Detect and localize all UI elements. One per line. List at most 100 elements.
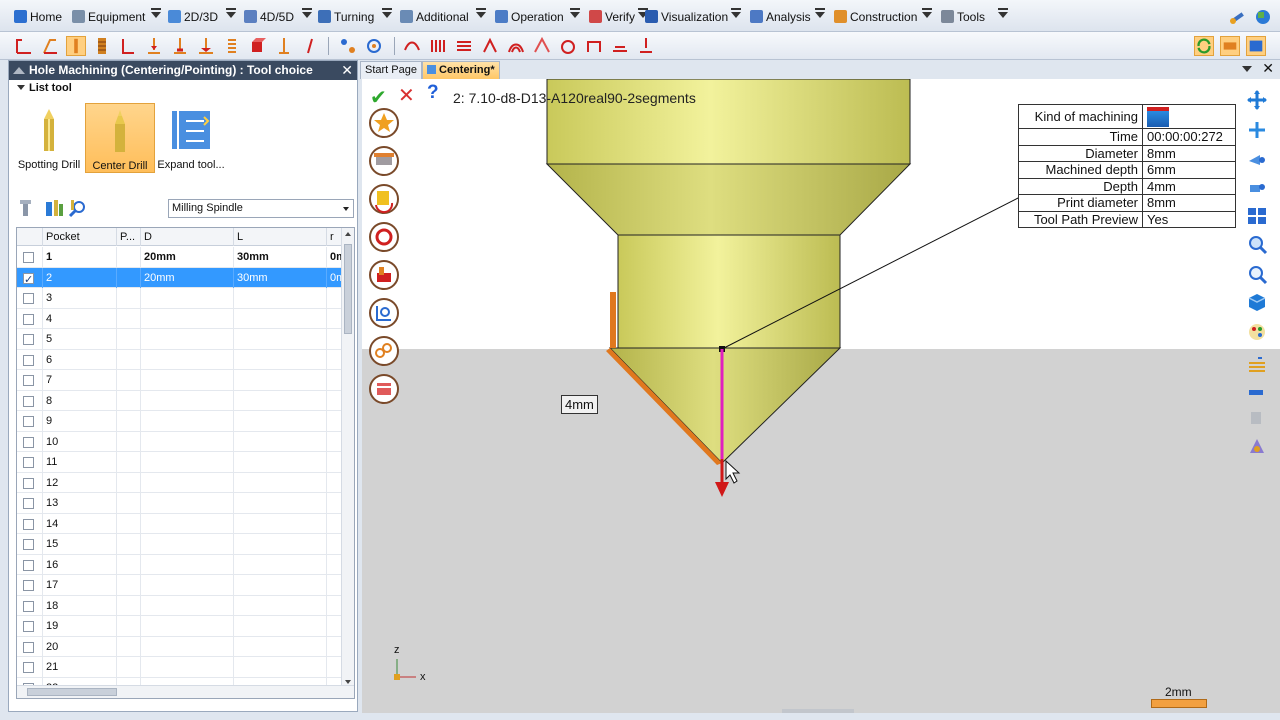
tab-list-dropdown-icon[interactable]: [1242, 66, 1252, 72]
column-header-d[interactable]: D: [141, 228, 234, 246]
row-checkbox[interactable]: [23, 559, 34, 571]
simulation-view-icon[interactable]: [1246, 435, 1268, 457]
row-checkbox[interactable]: [23, 354, 34, 366]
table-row[interactable]: 7: [17, 370, 342, 391]
flat-finish-icon[interactable]: [584, 36, 604, 56]
machine-icon[interactable]: [1246, 36, 1266, 56]
row-checkbox[interactable]: [23, 252, 34, 263]
row-checkbox[interactable]: [23, 498, 34, 509]
thread-tool-icon[interactable]: [222, 36, 242, 56]
tool-display-icon[interactable]: [1246, 381, 1268, 403]
tool-holder-icon[interactable]: [15, 197, 37, 219]
menu-4d5d-dropdown-icon[interactable]: [302, 8, 312, 18]
row-checkbox[interactable]: [23, 313, 34, 325]
row-checkbox[interactable]: [23, 457, 34, 468]
close-icon[interactable]: ✕: [1262, 60, 1274, 77]
table-row[interactable]: 9: [17, 411, 342, 432]
menu-turning-dropdown-icon[interactable]: [382, 8, 392, 18]
zlevel-tool-icon[interactable]: [428, 36, 448, 56]
table-row[interactable]: 4: [17, 308, 342, 329]
column-header-p[interactable]: P...: [117, 228, 141, 246]
spindle-dropdown[interactable]: Milling Spindle: [168, 199, 354, 218]
tool-library-icon[interactable]: [43, 197, 65, 219]
menu-operation[interactable]: Operation: [495, 8, 564, 26]
menu-tools[interactable]: Tools: [941, 8, 985, 26]
column-header-r[interactable]: r: [327, 228, 342, 246]
circular-pattern-icon[interactable]: [364, 36, 384, 56]
tab-start-page[interactable]: Start Page: [360, 61, 422, 79]
menu-visualization-dropdown-icon[interactable]: [731, 8, 741, 18]
row-checkbox[interactable]: [23, 580, 34, 591]
menu-equipment-dropdown-icon[interactable]: [151, 8, 161, 18]
spiral-finish-icon[interactable]: [610, 36, 630, 56]
zoom-window-icon[interactable]: [1246, 233, 1268, 255]
menu-analysis-dropdown-icon[interactable]: [815, 8, 825, 18]
helix-tool-icon[interactable]: [274, 36, 294, 56]
shading-cube-icon[interactable]: [1246, 291, 1268, 313]
viewport-splitter[interactable]: [782, 709, 854, 713]
row-checkbox[interactable]: [23, 477, 34, 489]
tool-center-drill[interactable]: Center Drill: [85, 103, 155, 173]
table-row[interactable]: 1 20mm30mm0mm: [17, 247, 342, 268]
drill-tool-active-icon[interactable]: [66, 36, 86, 56]
scroll-thumb[interactable]: [344, 244, 352, 334]
table-row[interactable]: 6: [17, 349, 342, 370]
menu-home[interactable]: Home: [14, 8, 62, 26]
parallel-finish-icon[interactable]: [454, 36, 474, 56]
row-checkbox[interactable]: [23, 539, 34, 550]
table-row[interactable]: 14: [17, 513, 342, 534]
row-checkbox[interactable]: [23, 600, 34, 612]
tapping-tool-icon[interactable]: [92, 36, 112, 56]
approach-icon[interactable]: [368, 221, 400, 253]
scroll-thumb-horizontal[interactable]: [27, 688, 117, 696]
project-finish-icon[interactable]: [636, 36, 656, 56]
refresh-icon[interactable]: [1194, 36, 1214, 56]
pan-arrows-icon[interactable]: [1246, 89, 1268, 111]
line-tool-icon[interactable]: [300, 36, 320, 56]
table-row[interactable]: 8: [17, 390, 342, 411]
face-tool-icon[interactable]: [196, 36, 216, 56]
vertical-scrollbar[interactable]: [341, 228, 354, 688]
chevron-down-icon[interactable]: [343, 207, 349, 211]
row-checkbox[interactable]: [23, 621, 34, 632]
panel-close-icon[interactable]: ✕: [341, 62, 353, 78]
help-globe-icon[interactable]: [1254, 8, 1272, 26]
table-row[interactable]: 17: [17, 575, 342, 596]
help-icon[interactable]: ?: [427, 82, 439, 104]
camera-icon[interactable]: [1246, 177, 1268, 199]
row-checkbox[interactable]: [23, 334, 34, 345]
tab-centering[interactable]: Centering*: [422, 61, 500, 79]
column-header-l[interactable]: L: [234, 228, 327, 246]
menu-4d5d[interactable]: 4D/5D: [244, 8, 294, 26]
menu-2d3d-dropdown-icon[interactable]: [226, 8, 236, 18]
layers-icon[interactable]: [1246, 355, 1268, 377]
view-direction-icon[interactable]: [1246, 149, 1268, 171]
table-row[interactable]: 2 20mm30mm0mm: [17, 267, 342, 288]
tool-expand[interactable]: Expand tool...: [156, 103, 226, 173]
offset-finish-icon[interactable]: [480, 36, 500, 56]
row-checkbox[interactable]: [23, 375, 34, 386]
menu-turning[interactable]: Turning: [318, 8, 374, 26]
tool-search-icon[interactable]: [67, 197, 89, 219]
row-checkbox[interactable]: [23, 662, 34, 673]
row-checkbox[interactable]: [23, 641, 34, 653]
row-checkbox[interactable]: [23, 416, 34, 427]
geometry-icon[interactable]: [368, 259, 400, 291]
machine-head-icon[interactable]: [368, 145, 400, 177]
collapse-triangle-icon[interactable]: [17, 85, 25, 90]
menu-additional-dropdown-icon[interactable]: [476, 8, 486, 18]
list-tool-section[interactable]: List tool: [17, 82, 72, 94]
table-row[interactable]: 18: [17, 595, 342, 616]
favorite-star-icon[interactable]: [368, 107, 400, 139]
menu-tools-dropdown-icon[interactable]: [998, 8, 1008, 18]
table-row[interactable]: 12: [17, 472, 342, 493]
table-row[interactable]: 21: [17, 657, 342, 678]
settings-wrench-icon[interactable]: [1228, 8, 1246, 26]
column-header-pocket[interactable]: Pocket: [43, 228, 117, 246]
scroll-down-icon[interactable]: [345, 680, 351, 684]
table-row[interactable]: 19: [17, 616, 342, 637]
pattern-tool-icon[interactable]: [338, 36, 358, 56]
tool-spotting-drill[interactable]: Spotting Drill: [14, 103, 84, 173]
table-row[interactable]: 5: [17, 329, 342, 350]
menu-equipment[interactable]: Equipment: [72, 8, 145, 26]
